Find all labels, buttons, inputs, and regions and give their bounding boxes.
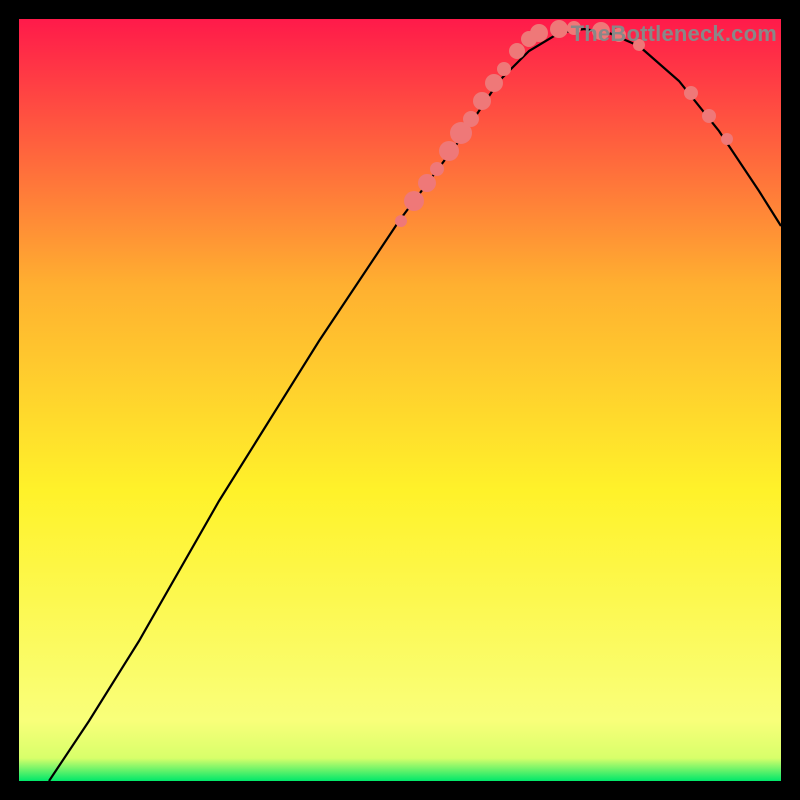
chart-frame: TheBottleneck.com bbox=[19, 19, 781, 781]
gradient-plot bbox=[19, 19, 781, 781]
highlight-dot bbox=[395, 215, 407, 227]
highlight-dot bbox=[721, 133, 733, 145]
highlight-dot bbox=[439, 141, 459, 161]
highlight-dot bbox=[404, 191, 424, 211]
highlight-dot bbox=[418, 174, 436, 192]
plot-background bbox=[19, 19, 781, 781]
highlight-dot bbox=[530, 24, 548, 42]
highlight-dot bbox=[497, 62, 511, 76]
highlight-dot bbox=[463, 111, 479, 127]
highlight-dot bbox=[509, 43, 525, 59]
highlight-dot bbox=[473, 92, 491, 110]
highlight-dot bbox=[485, 74, 503, 92]
highlight-dot bbox=[430, 162, 444, 176]
highlight-dot bbox=[550, 20, 568, 38]
highlight-dot bbox=[702, 109, 716, 123]
highlight-dot bbox=[684, 86, 698, 100]
watermark-label: TheBottleneck.com bbox=[571, 21, 777, 47]
